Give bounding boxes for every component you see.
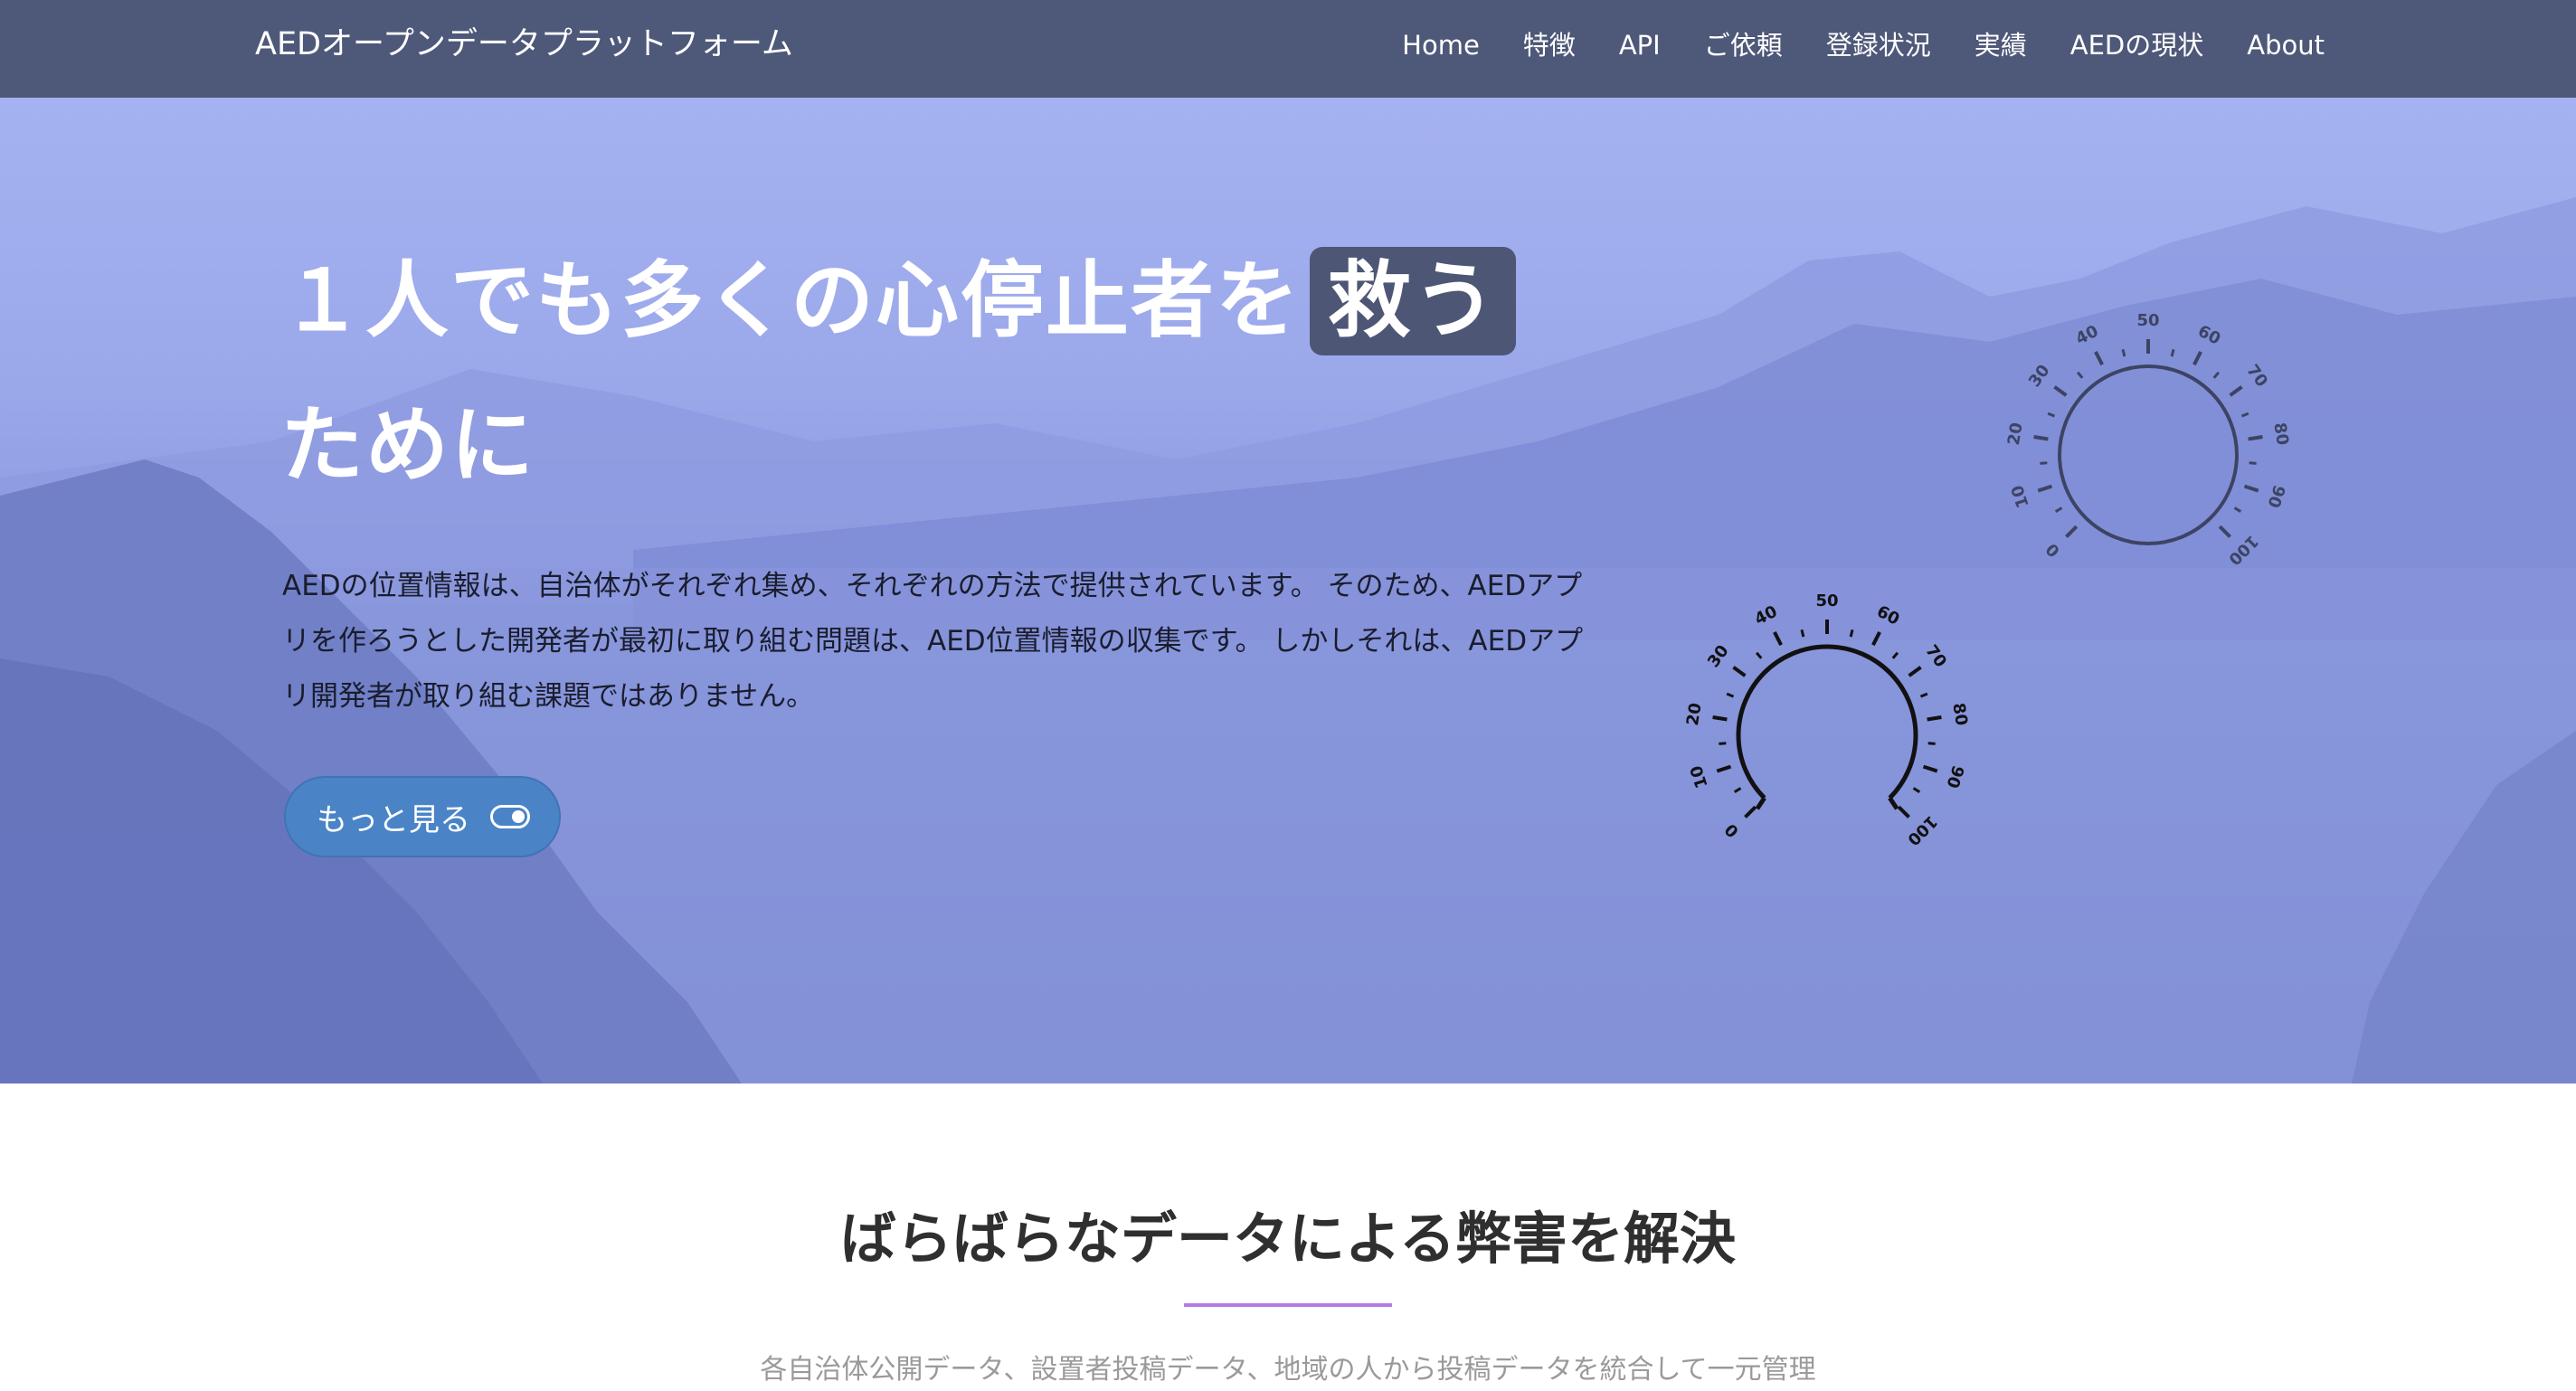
gauge-scale-label: 90: [2263, 483, 2288, 510]
hero-section: １人でも多くの心停止者を 救うために AEDの位置情報は、自治体がそれぞれ集め、そ…: [0, 98, 2576, 1083]
hero-title: １人でも多くの心停止者を 救うために: [280, 229, 1610, 518]
more-button[interactable]: もっと見る: [284, 776, 561, 857]
gauge-minor-tick: [2121, 348, 2126, 357]
gauge-minor-tick: [2040, 461, 2048, 465]
gauge-minor-tick: [2233, 506, 2242, 513]
gauge-minor-tick: [1719, 742, 1727, 745]
brand-link[interactable]: AEDオープンデータプラットフォーム: [255, 22, 793, 67]
gauge-minor-tick: [2047, 412, 2056, 418]
gauge-major-tick: [2065, 525, 2079, 538]
gauge-scale-label: 40: [2073, 322, 2102, 349]
gauge-scale-label: 60: [2194, 322, 2223, 349]
gauge-scale-label: 10: [1687, 763, 1712, 790]
nav-link-achievements[interactable]: 実績: [1975, 25, 2027, 65]
gauge-scale-label: 30: [1704, 641, 1733, 671]
toggle-on-icon: [490, 805, 530, 828]
gauge-minor-tick: [2076, 371, 2084, 379]
gauge-major-tick: [1773, 631, 1783, 647]
gauge-arc-end: [1888, 796, 1899, 810]
gauge-major-tick: [1871, 631, 1881, 647]
nav-link-aed-status[interactable]: AEDの現状: [2070, 25, 2204, 65]
gauge-minor-tick: [1755, 651, 1763, 659]
gauge-minor-tick: [1733, 787, 1742, 793]
gauge-major-tick: [2229, 385, 2243, 397]
gauge-minor-tick: [1927, 742, 1936, 745]
gauge-major-tick: [2192, 351, 2202, 366]
gauge-minor-tick: [1726, 692, 1735, 698]
gauge-major-tick: [2037, 484, 2053, 493]
gauge-scale-label: 20: [1683, 702, 1706, 727]
gauge-minor-tick: [2249, 461, 2257, 465]
more-button-label: もっと見る: [317, 801, 470, 838]
nav-link-home[interactable]: Home: [1402, 25, 1480, 65]
nav-link-features[interactable]: 特徴: [1523, 25, 1576, 65]
nav-link-api[interactable]: API: [1619, 25, 1661, 65]
gauge-major-tick: [2243, 484, 2259, 493]
gauge-minor-tick: [1912, 787, 1921, 793]
hero-description: AEDの位置情報は、自治体がそれぞれ集め、それぞれの方法で提供されています。 そ…: [282, 570, 1584, 713]
gauge-major-tick: [1744, 805, 1757, 819]
gauge-major-tick: [1716, 764, 1732, 773]
gauge-major-tick: [2248, 435, 2263, 441]
gauge-minor-tick: [2240, 412, 2249, 418]
gauge-major-tick: [1897, 805, 1910, 819]
gauge-minor-tick: [1849, 629, 1854, 638]
gauge-major-tick: [2218, 525, 2231, 538]
gauge-scale-label: 40: [1752, 602, 1781, 629]
nav-link-about[interactable]: About: [2247, 25, 2325, 65]
gauge-ring: [2058, 364, 2239, 545]
gauge-minor-tick: [2170, 348, 2175, 357]
nav-menu: Home 特徴 API ご依頼 登録状況 実績 AEDの現状 About: [1402, 25, 2325, 65]
section-subtitle: 各自治体公開データ、設置者投稿データ、地域の人から投稿データを統合して一元管理: [760, 1354, 1816, 1386]
gauge-major-tick: [2033, 435, 2049, 441]
gauge-major-tick: [2094, 351, 2104, 366]
section-divider: [1184, 1303, 1392, 1307]
gauge-scale-label: 0: [2042, 539, 2064, 561]
gauge-scale-label: 30: [2025, 361, 2054, 391]
gauge-major-tick: [1922, 764, 1938, 773]
gauge-minor-tick: [1800, 629, 1805, 638]
gauge-major-tick: [1712, 715, 1728, 722]
gauge-scale-label: 10: [2008, 483, 2033, 510]
gauge-scale-label: 70: [1921, 641, 1950, 671]
nav-link-request[interactable]: ご依頼: [1704, 25, 1783, 65]
gauge-scale-label: 80: [1948, 702, 1971, 727]
gauge-major-tick: [1732, 666, 1747, 677]
gauge-dial-full: 0102030405060708090100: [2004, 311, 2292, 569]
nav-link-registration-status[interactable]: 登録状況: [1826, 25, 1931, 65]
gauge-scale-label: 80: [2269, 421, 2292, 447]
gauge-scale-label: 70: [2242, 361, 2271, 391]
gauge-minor-tick: [1919, 692, 1928, 698]
gauge-scale-label: 50: [1815, 591, 1838, 610]
gauge-major-tick: [1927, 715, 1942, 722]
gauge-minor-tick: [2212, 371, 2221, 379]
gauge-arc-end: [1755, 796, 1766, 810]
hero-title-highlight: 救う: [1310, 247, 1517, 355]
gauge-scale-label: 60: [1873, 602, 1902, 629]
gauge-scale-label: 20: [2004, 421, 2027, 447]
gauge-dial-partial: 0102030405060708090100: [1683, 591, 1971, 849]
gauge-scale-label: 90: [1942, 763, 1967, 790]
gauge-minor-tick: [1891, 651, 1899, 659]
navbar: AEDオープンデータプラットフォーム Home 特徴 API ご依頼 登録状況 …: [0, 0, 2576, 98]
gauge-scale-label: 0: [1721, 819, 1743, 841]
hero-title-tail: ために: [280, 397, 536, 494]
section-title: ばらばらなデータによる弊害を解決: [839, 1206, 1737, 1272]
hero-title-lead: １人でも多くの心停止者を: [280, 252, 1302, 349]
gauge-major-tick: [1908, 666, 1922, 677]
gauge-arc: [1736, 644, 1918, 800]
gauge-minor-tick: [2054, 506, 2063, 513]
gauge-major-tick: [2053, 385, 2068, 397]
gauge-scale-label: 50: [2136, 311, 2159, 330]
